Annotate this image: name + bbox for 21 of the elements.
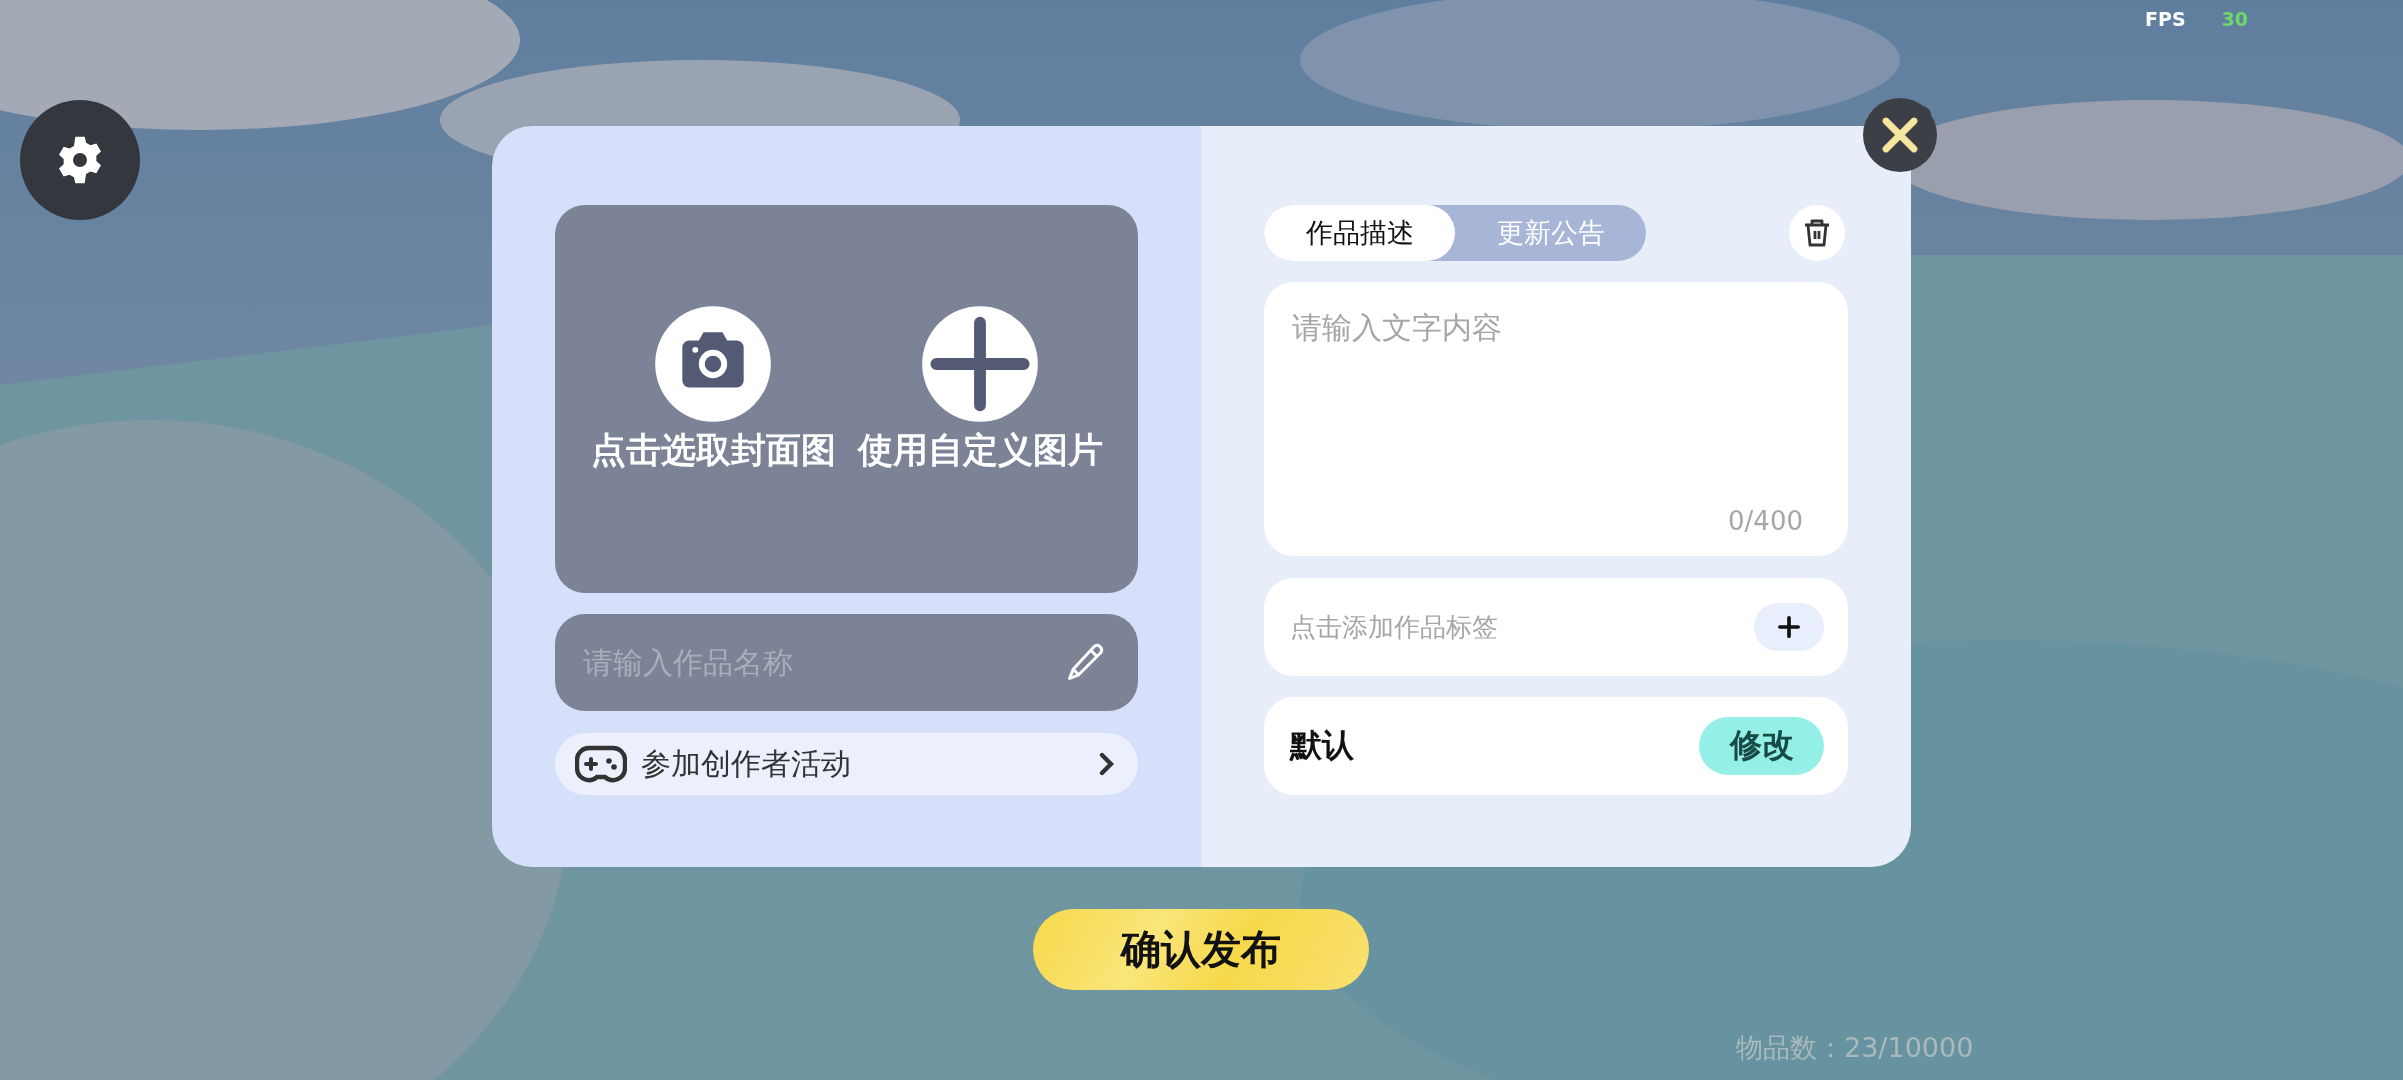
- creator-activity-button[interactable]: 参加创作者活动: [555, 733, 1138, 795]
- tab[interactable]: 作品描述: [1264, 205, 1455, 261]
- add-tag-prompt: 点击添加作品标签: [1290, 610, 1498, 644]
- category-value: 默认: [1290, 725, 1354, 766]
- edit-button[interactable]: 修改: [1699, 717, 1824, 775]
- trash-icon: [1803, 218, 1831, 248]
- plus-icon: [1778, 616, 1800, 638]
- confirm-publish-button[interactable]: 确认发布: [1033, 909, 1369, 990]
- camera-icon: [654, 304, 772, 423]
- add-tag-button[interactable]: [1754, 603, 1824, 651]
- chevron-right-icon: [1098, 752, 1114, 776]
- plus-icon: [921, 304, 1039, 423]
- custom-image-button[interactable]: 使用自定义图片: [857, 304, 1103, 474]
- item-count: 物品数：23/10000: [1736, 1031, 1974, 1065]
- character-counter: 0/400: [1728, 506, 1803, 536]
- delete-button[interactable]: [1789, 205, 1845, 261]
- fps-value: 30: [2221, 8, 2249, 30]
- fps-label: FPS: [2145, 8, 2186, 30]
- close-icon: [1880, 115, 1920, 155]
- choose-cover-button[interactable]: 点击选取封面图: [590, 304, 836, 474]
- gamepad-icon: [575, 744, 627, 784]
